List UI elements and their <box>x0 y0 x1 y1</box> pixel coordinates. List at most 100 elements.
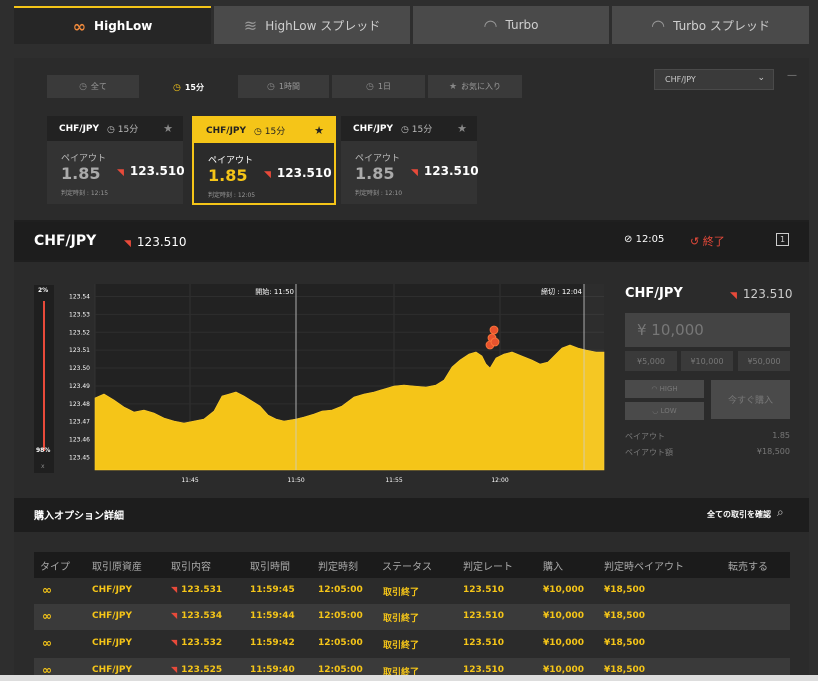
end-label: 締切 : 12:04 <box>541 287 583 296</box>
asset-pair: CHF/JPY <box>34 233 97 249</box>
table-cell: 12:05:00 <box>318 585 363 595</box>
table-cell: ¥10,000 <box>543 638 584 648</box>
search-icon[interactable]: ⌕ <box>777 505 784 520</box>
table-cell: 取引終了 <box>383 588 420 598</box>
highlow-icon: ∞ <box>42 609 52 623</box>
highlow-icon: ∞ <box>42 583 52 597</box>
down-arrow-icon: ◥ <box>171 585 178 594</box>
sentiment-gauge: 2% 98% x <box>34 285 54 473</box>
down-arrow-icon: ◥ <box>411 168 418 178</box>
filter-tab-1hour[interactable]: ◷ 1時間 <box>238 75 329 98</box>
horizontal-scrollbar[interactable] <box>0 675 818 681</box>
low-button[interactable]: ◡ LOW <box>625 402 704 420</box>
asset-card[interactable]: CHF/JPY ◷ 15分 ★ ペイアウト 1.85 ◥ 123.510 判定時刻 :… <box>47 116 185 204</box>
down-arrow-icon: ◥ <box>264 170 271 180</box>
table-cell: 12:05:00 <box>318 611 363 621</box>
filter-tab-1day[interactable]: ◷ 1日 <box>332 75 425 98</box>
gauge-close[interactable]: x <box>41 463 45 470</box>
table-cell: ◥ 123.534 <box>171 611 223 621</box>
down-arrow-icon: ◥ <box>124 239 131 249</box>
x-tick-label: 11:45 <box>181 477 198 484</box>
view-all-trades-link[interactable]: 全ての取引を確認 <box>707 509 771 520</box>
down-arrow-icon: ◥ <box>117 168 124 178</box>
y-tick-label: 123.45 <box>69 454 90 461</box>
asset-select[interactable]: CHF/JPY ⌄ <box>654 69 774 90</box>
amount-input[interactable]: ¥ 10,000 <box>625 313 790 347</box>
app-root: ∞ HighLow ≋ HighLow スプレッド ◠ Turbo ◠ Turb… <box>0 0 818 681</box>
table-cell: ◥ 123.525 <box>171 665 223 675</box>
start-label: 開始: 11:50 <box>255 287 294 296</box>
one-click-button[interactable]: 1 <box>776 233 789 246</box>
amount-5000-button[interactable]: ¥5,000 <box>625 351 677 371</box>
trade-marker <box>489 325 499 335</box>
trade-status: ↺ 終了 <box>690 235 725 248</box>
star-icon[interactable]: ★ <box>457 122 467 135</box>
y-tick-label: 123.54 <box>69 294 90 301</box>
clock-icon: ◷ <box>267 81 275 92</box>
star-icon[interactable]: ★ <box>314 124 324 137</box>
gauge-bar <box>43 301 45 451</box>
details-title: 購入オプション詳細 <box>34 511 124 522</box>
asset-card-selected[interactable]: CHF/JPY ◷ 15分 ★ ペイアウト 1.85 ◥ 123.510 判定時刻 :… <box>192 116 336 205</box>
table-cell: ¥10,000 <box>543 611 584 621</box>
table-cell: 11:59:40 <box>250 665 295 675</box>
highlow-icon: ∞ <box>72 16 87 36</box>
chevron-down-icon: ⌄ <box>757 73 765 83</box>
y-tick-label: 123.53 <box>69 311 90 318</box>
down-arrow-icon: ◥ <box>171 638 178 647</box>
tab-turbo[interactable]: ◠ Turbo <box>413 6 609 44</box>
speedometer-icon: ◠ <box>483 15 498 35</box>
details-header <box>14 498 809 532</box>
tab-highlow-spread[interactable]: ≋ HighLow スプレッド <box>214 6 410 44</box>
down-arrow-icon: ◥ <box>171 611 178 620</box>
table-cell: 123.510 <box>463 585 504 595</box>
table-cell: 11:59:42 <box>250 638 295 648</box>
filter-tab-favorites[interactable]: ★ お気に入り <box>428 75 522 98</box>
table-cell: ¥18,500 <box>604 585 645 595</box>
y-tick-label: 123.47 <box>69 419 90 426</box>
table-cell: 12:05:00 <box>318 638 363 648</box>
amount-10000-button[interactable]: ¥10,000 <box>681 351 733 371</box>
y-tick-label: 123.50 <box>69 365 90 372</box>
down-arrow-icon: ◥ <box>171 665 178 674</box>
high-button[interactable]: ◠ HIGH <box>625 380 704 398</box>
table-cell: ¥10,000 <box>543 665 584 675</box>
filter-tab-15min[interactable]: ◷ 15分 <box>142 75 235 100</box>
amount-50000-button[interactable]: ¥50,000 <box>738 351 790 371</box>
table-cell: CHF/JPY <box>92 585 133 595</box>
y-tick-label: 123.48 <box>69 401 90 408</box>
more-icon[interactable]: — <box>787 70 797 81</box>
table-cell: 123.510 <box>463 611 504 621</box>
y-tick-label: 123.46 <box>69 437 90 444</box>
x-tick-label: 12:00 <box>491 477 508 484</box>
asset-card[interactable]: CHF/JPY ◷ 15分 ★ ペイアウト 1.85 ◥ 123.510 判定時刻 :… <box>341 116 479 204</box>
closed-zone <box>584 284 604 470</box>
high-icon: ◠ <box>651 385 658 393</box>
tab-highlow[interactable]: ∞ HighLow <box>14 6 211 44</box>
highlow-icon: ∞ <box>42 636 52 650</box>
down-arrow-icon: ◥ <box>730 291 737 301</box>
price-chart: 123.54 123.53 123.52 123.51 123.50 123.49 123.… <box>69 284 605 484</box>
tab-turbo-spread[interactable]: ◠ Turbo スプレッド <box>612 6 809 44</box>
table-cell: 123.510 <box>463 665 504 675</box>
table-cell: 12:05:00 <box>318 665 363 675</box>
table-cell: 11:59:45 <box>250 585 295 595</box>
star-icon: ★ <box>448 81 458 92</box>
table-cell: 取引終了 <box>383 641 420 651</box>
table-cell: ◥ 123.531 <box>171 585 223 595</box>
y-tick-label: 123.49 <box>69 383 90 390</box>
no-entry-icon: ⊘ <box>624 234 633 245</box>
clock-icon: ◷ <box>366 81 374 92</box>
x-tick-label: 11:50 <box>287 477 304 484</box>
table-cell: ¥18,500 <box>604 665 645 675</box>
star-icon[interactable]: ★ <box>163 122 173 135</box>
table-cell: ¥18,500 <box>604 638 645 648</box>
table-cell: 取引終了 <box>383 614 420 624</box>
buy-now-button[interactable]: 今すぐ購入 <box>711 380 790 419</box>
y-tick-label: 123.51 <box>69 347 90 354</box>
table-cell: 123.510 <box>463 638 504 648</box>
table-cell: CHF/JPY <box>92 611 133 621</box>
trade-marker <box>490 337 500 347</box>
filter-tab-all[interactable]: ◷ 全て <box>47 75 139 98</box>
trade-pair: CHF/JPY <box>625 286 683 301</box>
